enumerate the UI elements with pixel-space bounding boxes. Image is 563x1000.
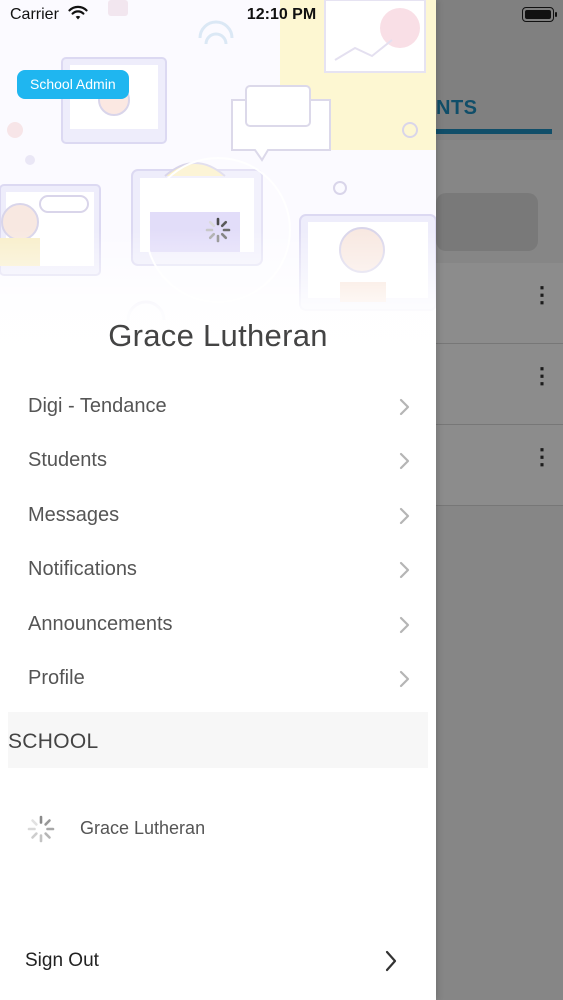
menu-item-label: Messages — [28, 503, 120, 526]
battery-icon — [522, 7, 557, 22]
menu-item-label: Profile — [28, 666, 85, 689]
menu-item-label: Students — [28, 449, 107, 472]
menu-item-profile[interactable]: Profile — [0, 652, 436, 706]
menu-item-announcements[interactable]: Announcements — [0, 598, 436, 652]
section-title: SCHOOL — [8, 730, 99, 753]
chevron-right-icon — [383, 949, 399, 978]
navigation-drawer: School Admin Grace Lutheran Digi - Tenda… — [0, 0, 436, 1000]
school-name: Grace Lutheran — [80, 818, 206, 838]
menu-item-students[interactable]: Students — [0, 434, 436, 488]
loading-spinner-icon — [205, 217, 231, 248]
chevron-right-icon — [398, 670, 410, 693]
status-bar: Carrier 12:10 PM — [0, 0, 563, 30]
role-badge: School Admin — [17, 70, 129, 99]
menu-item-label: Digi - Tendance — [28, 395, 167, 417]
sign-out-button[interactable]: Sign Out — [0, 938, 436, 984]
sign-out-label: Sign Out — [25, 950, 99, 971]
school-item[interactable]: Grace Lutheran — [0, 800, 436, 856]
menu-item-digi-tendance[interactable]: Digi - Tendance — [0, 380, 436, 434]
chevron-right-icon — [398, 452, 410, 475]
menu-item-notifications[interactable]: Notifications — [0, 543, 436, 597]
chevron-right-icon — [398, 616, 410, 639]
section-header-school: SCHOOL — [8, 712, 428, 768]
menu-item-messages[interactable]: Messages — [0, 489, 436, 543]
chevron-right-icon — [398, 398, 410, 421]
chevron-right-icon — [398, 507, 410, 530]
drawer-menu: Digi - Tendance Students Messages Notifi… — [0, 380, 436, 706]
menu-item-label: Notifications — [28, 558, 137, 581]
chevron-right-icon — [398, 561, 410, 584]
status-time: 12:10 PM — [246, 6, 317, 23]
drawer-header: School Admin Grace Lutheran — [0, 0, 436, 380]
loading-spinner-icon — [27, 815, 55, 848]
user-name: Grace Lutheran — [108, 318, 328, 353]
menu-item-label: Announcements — [28, 612, 173, 635]
